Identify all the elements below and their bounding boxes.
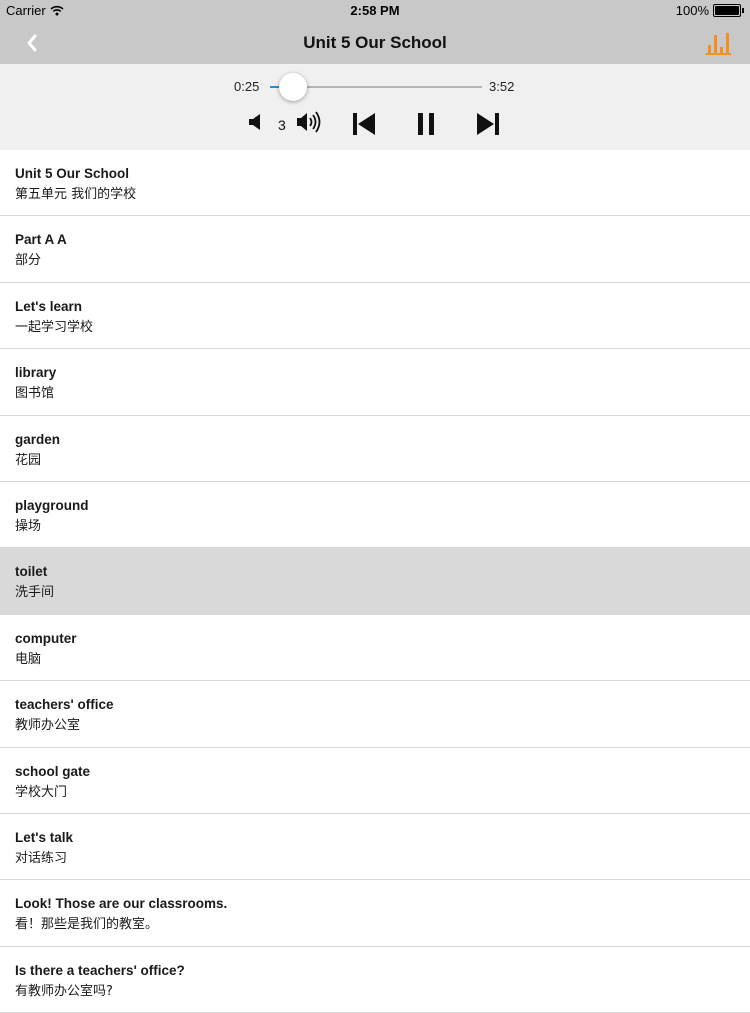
item-english-text: library bbox=[15, 365, 57, 381]
progress-thumb[interactable] bbox=[279, 73, 308, 101]
status-time: 2:58 PM bbox=[350, 3, 400, 18]
item-chinese-text: 部分 bbox=[15, 253, 42, 269]
battery-icon bbox=[713, 4, 741, 17]
lesson-list: Unit 5 Our School 第五单元 我们的学校 Part A A 部分 Let… bbox=[0, 150, 750, 1013]
item-chinese-text: 电脑 bbox=[15, 651, 42, 667]
item-chinese-text: 第五单元 我们的学校 bbox=[15, 187, 137, 202]
item-english-text: Let's learn bbox=[15, 298, 82, 314]
item-english-text: Part A A bbox=[15, 232, 67, 248]
item-chinese-text: 图书馆 bbox=[15, 386, 55, 402]
item-chinese-text: 洗手间 bbox=[15, 585, 55, 601]
item-english-text: toilet bbox=[15, 564, 48, 580]
volume-level: 3 bbox=[278, 117, 286, 133]
list-item[interactable]: Look! Those are our classrooms. 看！那些是我们的教… bbox=[0, 880, 750, 947]
list-item[interactable]: Is there a teachers' office? 有教师办公室吗? bbox=[0, 947, 750, 1013]
status-bar: Carrier 2:58 PM 100% bbox=[0, 0, 750, 22]
navigation-bar: Unit 5 Our School bbox=[0, 22, 750, 64]
progress-slider[interactable] bbox=[270, 73, 482, 101]
item-chinese-text: 花园 bbox=[15, 452, 42, 468]
item-chinese-text: 教师办公室 bbox=[15, 718, 81, 734]
item-english-text: playground bbox=[15, 497, 89, 513]
item-english-text: Look! Those are our classrooms. bbox=[15, 896, 228, 912]
item-english-text: garden bbox=[15, 431, 61, 447]
item-chinese-text: 一起学习学校 bbox=[15, 319, 94, 335]
item-chinese-text: 对话练习 bbox=[15, 850, 68, 866]
item-english-text: Is there a teachers' office? bbox=[15, 962, 185, 978]
list-item[interactable]: Part A A 部分 bbox=[0, 216, 750, 283]
list-item[interactable]: Let's talk 对话练习 bbox=[0, 814, 750, 881]
item-english-text: school gate bbox=[15, 763, 91, 779]
item-chinese-text: 有教师办公室吗? bbox=[15, 983, 113, 999]
audio-player: 0:25 3:52 3 bbox=[0, 64, 750, 150]
battery-percent: 100% bbox=[675, 3, 709, 18]
battery-indicator: 100% bbox=[676, 3, 744, 18]
page-title: Unit 5 Our School bbox=[303, 33, 447, 52]
list-item[interactable]: playground 操场 bbox=[0, 482, 750, 549]
list-item[interactable]: garden 花园 bbox=[0, 416, 750, 482]
list-item[interactable]: library 图书馆 bbox=[0, 349, 750, 416]
item-chinese-text: 学校大门 bbox=[15, 784, 68, 800]
next-track-icon[interactable] bbox=[475, 111, 501, 137]
item-chinese-text: 操场 bbox=[15, 518, 42, 534]
list-item[interactable]: Let's learn 一起学习学校 bbox=[0, 283, 750, 350]
list-item[interactable]: Unit 5 Our School 第五单元 我们的学校 bbox=[0, 150, 750, 217]
item-english-text: Unit 5 Our School bbox=[15, 166, 130, 181]
list-item[interactable]: toilet 洗手间 bbox=[0, 548, 750, 615]
list-item[interactable]: school gate 学校大门 bbox=[0, 748, 750, 814]
volume-high-icon[interactable] bbox=[295, 108, 325, 136]
item-english-text: Let's talk bbox=[15, 829, 73, 845]
pause-icon[interactable] bbox=[416, 111, 436, 137]
equalizer-icon[interactable] bbox=[706, 30, 732, 56]
volume-low-icon[interactable] bbox=[247, 111, 265, 133]
current-time: 0:25 bbox=[234, 79, 260, 94]
list-item[interactable]: computer 电脑 bbox=[0, 615, 750, 682]
item-english-text: teachers' office bbox=[15, 697, 114, 713]
previous-track-icon[interactable] bbox=[351, 111, 377, 137]
item-chinese-text: 看！那些是我们的教室。 bbox=[15, 917, 159, 933]
list-item[interactable]: teachers' office 教师办公室 bbox=[0, 681, 750, 748]
item-english-text: computer bbox=[15, 630, 77, 646]
total-time: 3:52 bbox=[489, 79, 515, 94]
